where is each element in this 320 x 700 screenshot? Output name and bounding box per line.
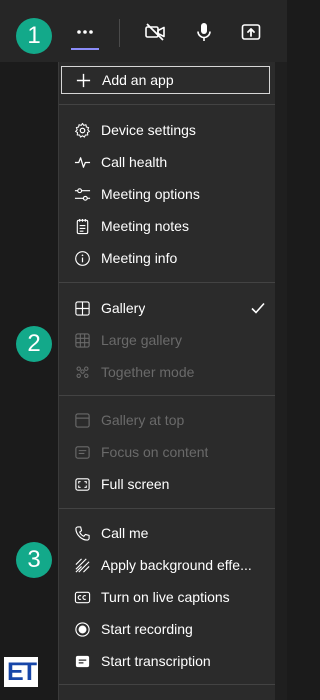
microphone-button[interactable] bbox=[189, 17, 219, 47]
plus-icon bbox=[74, 71, 92, 89]
more-options-icon bbox=[77, 30, 93, 34]
menu-item-label: Start recording bbox=[101, 621, 193, 637]
toolbar-divider bbox=[119, 19, 120, 47]
menu-item-gallery[interactable]: Gallery bbox=[59, 293, 276, 323]
menu-item-label: Call me bbox=[101, 525, 149, 541]
menu-item-label: Device settings bbox=[101, 122, 196, 138]
menu-item-label: Together mode bbox=[101, 364, 195, 380]
menu-item-label: Meeting notes bbox=[101, 218, 189, 234]
focus-content-icon bbox=[73, 443, 91, 461]
together-mode-icon bbox=[73, 363, 91, 381]
active-indicator bbox=[71, 48, 99, 50]
step-badge-1: 1 bbox=[16, 18, 52, 54]
menu-item-gallery-at-top: Gallery at top bbox=[59, 405, 276, 435]
logo: ET bbox=[4, 657, 38, 687]
menu-item-label: Call health bbox=[101, 154, 168, 170]
add-app-label: Add an app bbox=[102, 72, 174, 88]
menu-item-meeting-notes[interactable]: Meeting notes bbox=[59, 211, 276, 241]
menu-item-label: Turn on live captions bbox=[101, 589, 230, 605]
menu-item-label: Meeting options bbox=[101, 186, 200, 202]
menu-item-start-recording[interactable]: Start recording bbox=[59, 614, 276, 644]
menu-item-label: Focus on content bbox=[101, 444, 209, 460]
menu-item-focus-on-content: Focus on content bbox=[59, 437, 276, 467]
camera-toggle-button[interactable] bbox=[140, 17, 170, 47]
menu-divider bbox=[59, 508, 276, 509]
add-app-button[interactable]: Add an app bbox=[61, 66, 270, 94]
menu-item-label: Full screen bbox=[101, 476, 170, 492]
more-options-button[interactable] bbox=[70, 17, 100, 47]
menu-item-label: Gallery bbox=[101, 300, 146, 316]
closed-captions-icon bbox=[73, 588, 91, 606]
record-icon bbox=[73, 620, 91, 638]
microphone-icon bbox=[197, 23, 211, 41]
menu-item-meeting-options[interactable]: Meeting options bbox=[59, 179, 276, 209]
menu-item-call-me[interactable]: Call me bbox=[59, 518, 276, 548]
camera-off-icon bbox=[145, 23, 165, 41]
gallery-at-top-icon bbox=[73, 411, 91, 429]
more-options-menu: Add an app Device settings Call health M… bbox=[58, 62, 276, 700]
pulse-icon bbox=[73, 153, 91, 171]
share-screen-button[interactable] bbox=[236, 17, 266, 47]
step-badge-3: 3 bbox=[16, 542, 52, 578]
meeting-toolbar: 1 bbox=[0, 0, 287, 62]
background-effects-icon bbox=[73, 556, 91, 574]
menu-item-together-mode: Together mode bbox=[59, 357, 276, 387]
full-screen-icon bbox=[73, 475, 91, 493]
menu-item-label: Apply background effe... bbox=[101, 557, 252, 573]
menu-item-device-settings[interactable]: Device settings bbox=[59, 115, 276, 145]
share-screen-icon bbox=[241, 24, 261, 40]
menu-item-start-transcription[interactable]: Start transcription bbox=[59, 646, 276, 676]
gear-icon bbox=[73, 121, 91, 139]
menu-item-live-captions[interactable]: Turn on live captions bbox=[59, 582, 276, 612]
menu-divider bbox=[59, 395, 276, 396]
menu-item-large-gallery: Large gallery bbox=[59, 325, 276, 355]
step-badge-2: 2 bbox=[16, 326, 52, 362]
menu-item-full-screen[interactable]: Full screen bbox=[59, 469, 276, 499]
phone-icon bbox=[73, 524, 91, 542]
menu-item-label: Start transcription bbox=[101, 653, 211, 669]
sliders-icon bbox=[73, 185, 91, 203]
menu-scrollbar[interactable] bbox=[275, 62, 287, 700]
menu-item-apply-background[interactable]: Apply background effe... bbox=[59, 550, 276, 580]
large-gallery-icon bbox=[73, 331, 91, 349]
info-icon bbox=[73, 249, 91, 267]
video-area bbox=[0, 62, 58, 700]
notes-icon bbox=[73, 217, 91, 235]
gallery-icon bbox=[73, 299, 91, 317]
menu-item-label: Gallery at top bbox=[101, 412, 185, 428]
transcription-icon bbox=[73, 652, 91, 670]
menu-item-call-health[interactable]: Call health bbox=[59, 147, 276, 177]
menu-divider bbox=[59, 684, 276, 685]
menu-item-label: Large gallery bbox=[101, 332, 182, 348]
menu-divider bbox=[59, 282, 276, 283]
menu-divider bbox=[59, 104, 276, 105]
menu-item-label: Meeting info bbox=[101, 250, 178, 266]
menu-item-meeting-info[interactable]: Meeting info bbox=[59, 243, 276, 273]
checkmark-icon bbox=[251, 302, 265, 314]
